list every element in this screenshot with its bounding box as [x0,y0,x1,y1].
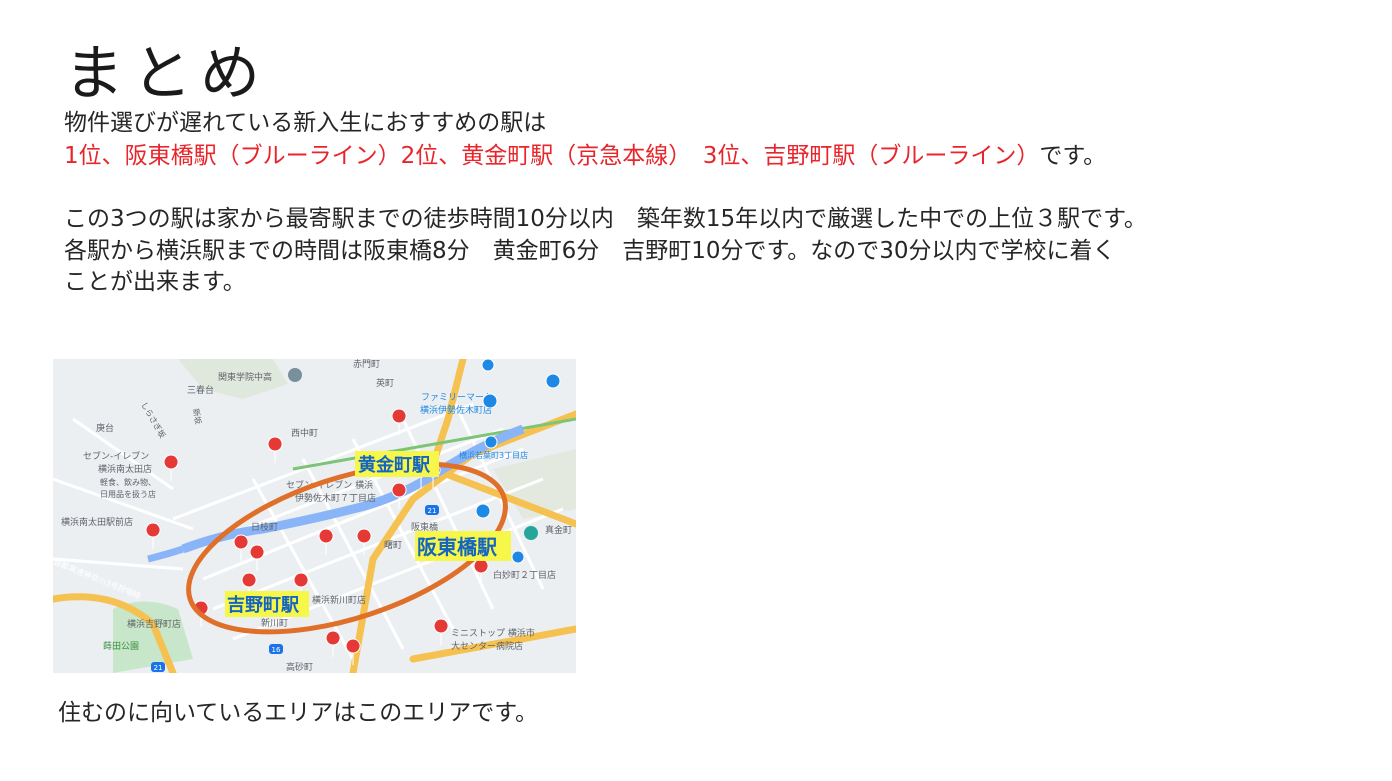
transit-station-icon [545,373,561,389]
place-label: 横浜吉野町店 [127,618,181,630]
transit-station-icon [481,359,495,372]
place-label: 庚台 [96,422,114,434]
transit-station-icon [482,393,498,409]
criteria-line: この3つの駅は家から最寄駅までの徒歩時間10分以内 築年数15年以内で厳選した中… [64,206,1147,232]
intro-line: 物件選びが遅れている新入生におすすめの駅は [64,110,547,136]
park-icon [524,526,538,540]
place-label: 横浜南太田駅前店 [61,516,133,528]
bandobashi-station-label: 阪東橋駅 [417,535,497,559]
rank-gap [680,143,703,169]
koganecho-station-label: 黄金町駅 [358,454,431,476]
place-label: 横浜南太田店 [98,463,152,475]
route-number: 21 [154,664,163,672]
place-label: 横浜若葉町3丁目店 [459,450,528,460]
commute-line-cont: ことが出来ます。 [64,269,246,295]
place-label: 日枝町 [251,521,278,533]
ranking-line: 1位、阪東橋駅（ブルーライン）2位、黄金町駅（京急本線） 3位、吉野町駅（ブルー… [64,140,1106,172]
place-label: 高砂町 [286,661,313,673]
transit-station-icon [511,550,525,564]
yoshinocho-station-label: 吉野町駅 [227,594,300,616]
place-label: 英町 [376,377,394,389]
transit-station-icon [475,503,491,519]
route-number: 16 [272,646,281,654]
school-icon [288,368,302,382]
place-label: 大センター病院店 [451,640,523,652]
place-label: ファミリーマート [421,393,493,403]
place-label: 赤門町 [353,359,380,370]
area-map: 赤門町 関東学院中高 英町 三春台 ファミリーマート 横浜伊勢佐木町店 西中町 … [53,359,576,673]
place-label: 蒔田公園 [103,640,139,652]
place-label: 新川町 [261,617,288,629]
place-label: 西中町 [291,427,318,439]
place-label: 白妙町２丁目店 [493,569,556,581]
rank-2-koganecho: 2位、黄金町駅（京急本線） [400,143,680,169]
place-label: 関東学院中高 [218,371,272,383]
place-label: ミニストップ 横浜市 [451,627,535,639]
place-label: 真金町 [545,524,572,536]
place-label: 軽食、飲み物、 [100,477,156,487]
route-number: 21 [428,507,437,515]
rank-3-yoshinocho: 3位、吉野町駅（ブルーライン） [702,143,1040,169]
slide-title: まとめ [64,39,268,109]
place-label: 日用品を扱う店 [100,489,156,499]
place-label: 伊勢佐木町７丁目店 [295,492,376,504]
map-caption: 住むのに向いているエリアはこのエリアです。 [58,700,539,726]
place-label: 横浜新川町店 [312,594,366,606]
place-label: 横浜伊勢佐木町店 [420,404,492,416]
place-label: 曙町 [384,540,402,551]
place-label: セブン-イレブン [83,450,149,462]
commute-line: 各駅から横浜駅までの時間は阪東橋8分 黄金町6分 吉野町10分です。なので30分… [64,238,1116,264]
place-label: 三春台 [187,384,214,396]
rank-1-bandobashi: 1位、阪東橋駅（ブルーライン） [64,143,401,169]
rank-suffix: です。 [1039,143,1107,169]
transit-station-icon [484,435,498,449]
